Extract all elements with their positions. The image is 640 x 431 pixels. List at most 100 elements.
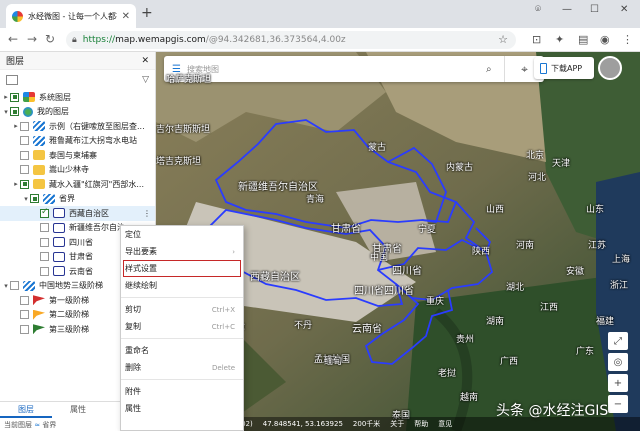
layer-checkbox[interactable] <box>10 92 19 102</box>
layer-tree-item[interactable]: 泰国与柬埔寨 <box>0 148 155 163</box>
map-search-box[interactable]: ☰ 搜索地图 ⌕ ⌖ <box>164 56 544 82</box>
context-menu-item[interactable]: 附件 <box>121 383 243 400</box>
context-menu-item[interactable]: 定位 <box>121 226 243 243</box>
layer-tree-item[interactable]: ▸ 示例（右键嗦放至图层查... <box>0 119 155 134</box>
status-link[interactable]: 关于 <box>390 419 404 429</box>
locate-icon[interactable]: ◎ <box>608 353 628 371</box>
profile-icon[interactable]: ◉ <box>600 33 610 46</box>
expand-caret-icon[interactable]: ▾ <box>2 282 10 290</box>
context-menu-item[interactable]: 继续绘制 <box>121 277 243 294</box>
layer-checkbox[interactable] <box>40 207 49 218</box>
map-search-input[interactable]: 搜索地图 <box>187 64 536 75</box>
layer-checkbox[interactable] <box>20 165 29 175</box>
status-link[interactable]: 帮助 <box>414 419 428 429</box>
close-window-icon[interactable]: ✕ <box>620 4 628 15</box>
download-app-label: 下载APP <box>551 63 583 73</box>
map-place-label: 浙江 <box>610 281 629 291</box>
url-field[interactable]: 🔒︎ https://map.wemapgis.com/@94.342681,3… <box>66 31 516 49</box>
layer-checkbox[interactable] <box>20 295 29 305</box>
layer-checkbox[interactable] <box>40 266 49 276</box>
zoom-in-button[interactable]: + <box>608 374 628 392</box>
context-menu-item[interactable]: 删除 Delete <box>121 359 243 376</box>
layer-checkbox[interactable] <box>10 107 19 117</box>
layer-checkbox[interactable] <box>40 237 49 247</box>
tab-attributes[interactable]: 属性 <box>52 404 104 418</box>
context-menu-item[interactable]: 剪切 Ctrl+X <box>121 301 243 318</box>
lock-icon[interactable]: 🔒︎ <box>72 35 77 45</box>
menu-item-shortcut: Delete <box>212 363 235 372</box>
context-menu-item[interactable]: 导出要素 › <box>121 243 243 260</box>
layer-label: 示例（右键嗦放至图层查... <box>49 121 145 131</box>
layer-list-icon[interactable] <box>6 75 18 85</box>
layer-checkbox[interactable] <box>20 121 29 131</box>
expand-caret-icon[interactable]: ▸ <box>2 93 10 101</box>
wave-icon <box>43 193 55 204</box>
layer-label: 中国地势三级阶梯 <box>39 281 103 291</box>
layer-checkbox[interactable] <box>20 179 29 189</box>
map-controls: ⤢ ◎ + − <box>608 332 630 413</box>
more-options-icon[interactable]: ⋮ <box>143 209 155 218</box>
layer-checkbox[interactable] <box>10 281 19 291</box>
filter-icon[interactable]: ▽ <box>142 75 149 85</box>
layer-checkbox[interactable] <box>20 310 29 320</box>
grid4-icon <box>23 92 35 103</box>
layer-tree-item[interactable]: 嵩山少林寺 <box>0 163 155 178</box>
layer-checkbox[interactable] <box>20 150 29 160</box>
download-app-button[interactable]: 下载APP <box>534 57 594 79</box>
menu-separator <box>121 338 243 339</box>
maximize-icon[interactable]: ☐ <box>590 4 599 15</box>
layer-tree-item[interactable]: ▾ 我的图层 <box>0 105 155 120</box>
layer-checkbox[interactable] <box>20 136 29 146</box>
layer-checkbox[interactable] <box>30 194 39 204</box>
bookmark-icon[interactable]: ▤ <box>578 33 588 46</box>
browser-tab[interactable]: 水经微图 - 让每一个人都有自 ✕ <box>6 4 136 28</box>
layer-tree-item[interactable]: ▸ 藏水入疆"红旗河"西部水... <box>0 177 155 192</box>
layer-label: 新疆维吾尔自治 <box>69 223 125 233</box>
folder-icon <box>33 179 45 190</box>
map-place-label: 中国 <box>370 253 389 263</box>
layer-tree-item[interactable]: 西藏自治区 ⋮ <box>0 206 155 221</box>
back-icon[interactable]: ← <box>8 32 18 46</box>
menu-item-label: 删除 <box>125 363 141 372</box>
wave-icon <box>23 280 35 291</box>
url-domain: map.wemapgis.com <box>115 35 206 45</box>
fullscreen-icon[interactable]: ⤢ <box>608 332 628 350</box>
new-tab-button[interactable]: + <box>141 5 153 21</box>
context-menu-item[interactable]: 样式设置 <box>123 260 241 277</box>
map-place-label: 老挝 <box>438 369 457 379</box>
profile-badge-icon[interactable]: ⌾ <box>535 4 541 15</box>
close-tab-icon[interactable]: ✕ <box>122 11 130 22</box>
layer-tree-item[interactable]: ▸ 系统图层 <box>0 90 155 105</box>
layer-checkbox[interactable] <box>40 223 49 233</box>
tab-layers[interactable]: 图层 <box>0 404 52 418</box>
layer-checkbox[interactable] <box>20 324 29 334</box>
context-menu-item[interactable]: 属性 <box>121 400 243 417</box>
layer-checkbox[interactable] <box>40 252 49 262</box>
forward-icon[interactable]: → <box>27 32 37 46</box>
context-menu-item[interactable]: 重命名 <box>121 342 243 359</box>
map-place-label: 湖北 <box>506 283 525 293</box>
expand-caret-icon[interactable]: ▾ <box>22 195 30 203</box>
layer-tree-item[interactable]: ▾ 省界 <box>0 192 155 207</box>
extension-icon[interactable]: ✦ <box>555 33 564 46</box>
star-icon[interactable]: ☆ <box>498 33 508 46</box>
expand-caret-icon[interactable]: ▾ <box>2 108 10 116</box>
context-menu-item[interactable]: 复制 Ctrl+C <box>121 318 243 335</box>
menu-icon[interactable]: ⋮ <box>622 33 633 46</box>
layer-tree-item[interactable]: 雅鲁藏布江大拐弯水电站 <box>0 134 155 149</box>
reload-icon[interactable]: ↻ <box>45 32 55 46</box>
minimize-icon[interactable]: — <box>562 4 572 15</box>
cast-icon[interactable]: ⊡ <box>532 33 541 46</box>
status-link[interactable]: 意见 <box>438 419 452 429</box>
layer-label: 西藏自治区 <box>69 208 109 218</box>
site-favicon-icon <box>12 10 23 22</box>
layer-type-icon: ≈ <box>34 421 41 429</box>
zoom-out-button[interactable]: − <box>608 395 628 413</box>
user-avatar[interactable] <box>598 56 622 80</box>
layer-label: 省界 <box>59 194 75 204</box>
search-icon[interactable]: ⌕ <box>486 64 492 75</box>
panel-close-icon[interactable]: ✕ <box>141 56 149 66</box>
expand-caret-icon[interactable]: ▸ <box>12 180 20 188</box>
map-place-label: 广东 <box>576 347 595 357</box>
expand-caret-icon[interactable]: ▸ <box>12 122 20 130</box>
